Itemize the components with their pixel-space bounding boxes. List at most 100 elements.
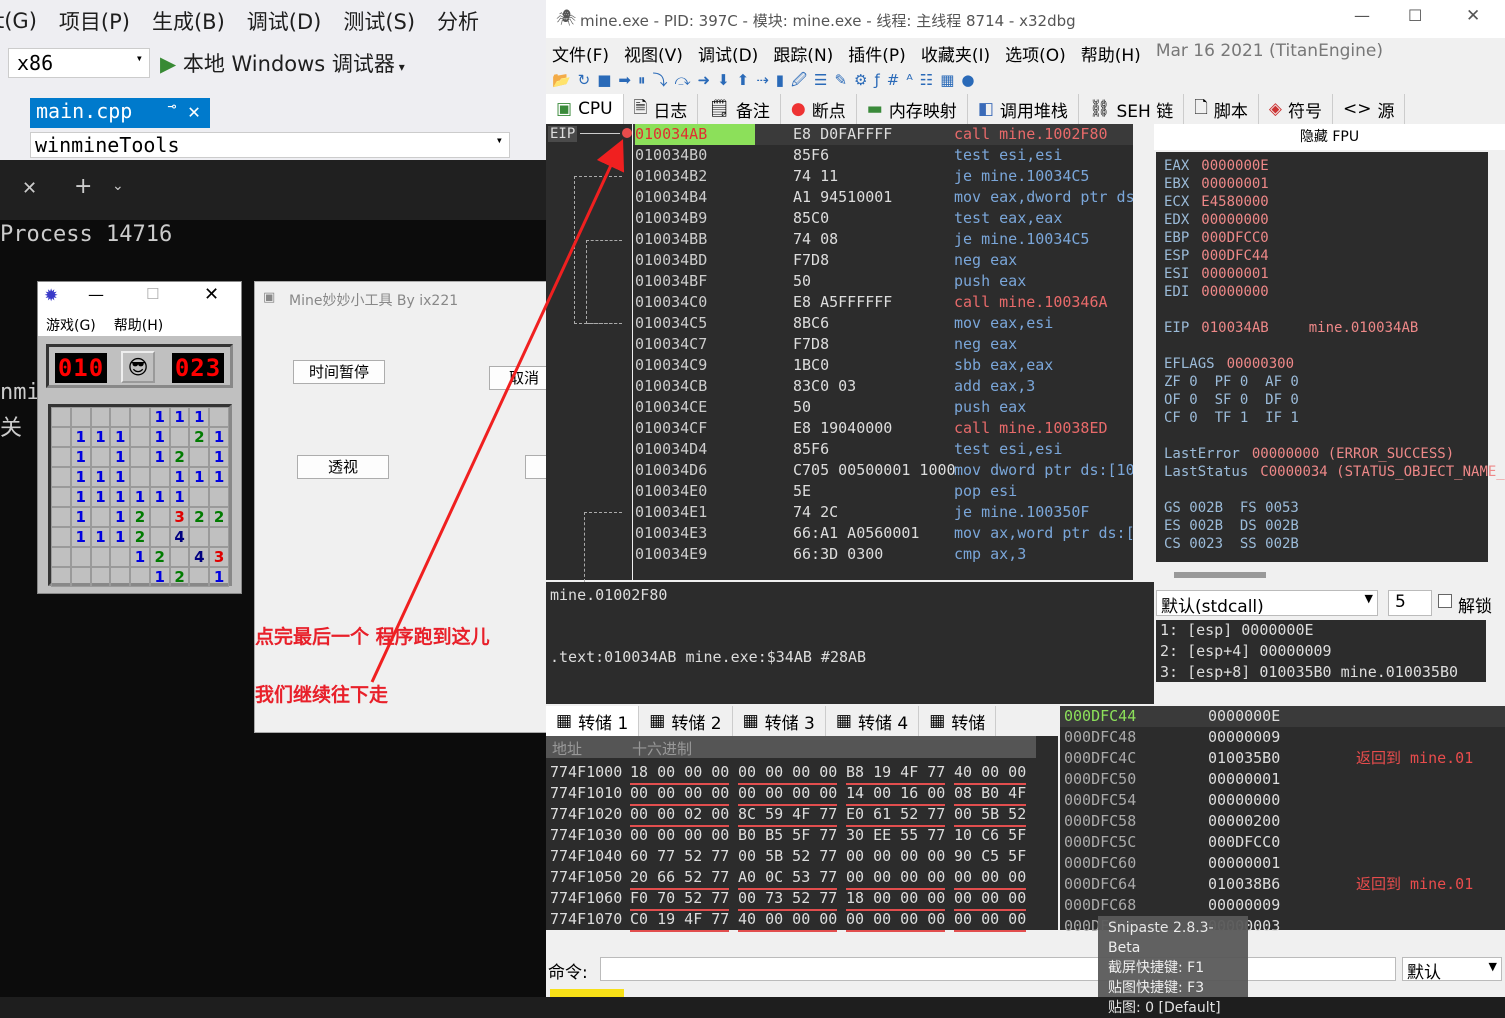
register-row[interactable]: EDX 00000000	[1164, 212, 1309, 228]
mine-cell[interactable]	[51, 487, 71, 507]
mine-cell[interactable]	[51, 427, 71, 447]
registers-view[interactable]: EAX 0000000E EBX 00000001 ECX E4580000 EDX 0000…	[1156, 152, 1505, 562]
vs-menu-tools[interactable]: t(G)	[0, 9, 37, 33]
tab-log[interactable]: 🗎 日志	[623, 94, 699, 124]
register-row[interactable]: ES 002B DS 002B	[1164, 518, 1351, 534]
hide-fpu-toggle[interactable]: 隐藏 FPU	[1154, 124, 1505, 150]
close-icon[interactable]: ✕	[204, 284, 219, 305]
mine-cell[interactable]: 1	[169, 407, 190, 427]
mine-cell[interactable]: 2	[189, 427, 210, 447]
mine-cell[interactable]: 2	[169, 567, 190, 587]
menu-help[interactable]: 帮助(H)	[1081, 41, 1141, 66]
register-row[interactable]: EAX 0000000E	[1164, 158, 1309, 174]
disassembly-view[interactable]: 010034AB E8 D0FAFFFF call mine.1002F80 0100…	[633, 124, 1133, 580]
mine-cell[interactable]: 1	[110, 467, 131, 487]
platform-select[interactable]: x86 ▾	[8, 48, 150, 78]
disasm-row[interactable]: 010034E9 66:3D 0300 cmp ax,3	[633, 544, 1133, 565]
mine-cell[interactable]: 2	[209, 507, 229, 527]
start-debug-button[interactable]: ▶ 本地 Windows 调试器 ▾	[160, 48, 405, 78]
tab-dump-5[interactable]: ▦ 转储	[919, 706, 997, 736]
maximize-icon[interactable]: ☐	[146, 285, 159, 303]
mine-cell[interactable]: 1	[90, 527, 111, 547]
close-icon[interactable]: ✕	[1466, 6, 1480, 26]
mine-cell[interactable]	[51, 467, 71, 487]
tab-cpu[interactable]: ▣ CPU	[546, 94, 624, 124]
mine-cell[interactable]: 2	[130, 527, 150, 547]
stack-view[interactable]: 000DFC44 0000000E 000DFC48 00000009 000DFC4C…	[1060, 706, 1505, 935]
mine-cell[interactable]	[70, 407, 91, 427]
disasm-row[interactable]: 010034E3 66:A1 A0560001 mov ax,word ptr ds…	[633, 523, 1133, 544]
register-row[interactable]: LastError 00000000 (ERROR_SUCCESS)	[1164, 446, 1494, 462]
mine-cell[interactable]: 2	[169, 447, 190, 467]
mine-cell[interactable]: 2	[130, 507, 150, 527]
arg-count-spinner[interactable]: 5	[1388, 590, 1432, 616]
tab-dump-1[interactable]: ▦ 转储 1	[546, 706, 640, 736]
chevron-down-icon[interactable]: ⌄	[112, 178, 124, 194]
mine-cell[interactable]	[169, 427, 190, 447]
menu-debug[interactable]: 调试(D)	[698, 41, 758, 66]
disasm-row[interactable]: 010034D4 85F6 test esi,esi	[633, 439, 1133, 460]
mine-cell[interactable]: 1	[110, 527, 131, 547]
menu-file[interactable]: 文件(F)	[552, 41, 609, 66]
stack-row[interactable]: 000DFC48 00000009	[1060, 727, 1505, 748]
mine-cell[interactable]: 1	[110, 447, 131, 467]
mine-cell[interactable]	[130, 407, 150, 427]
disasm-row[interactable]: 010034B2 74 11 je mine.10034C5	[633, 166, 1133, 187]
mine-cell[interactable]: 4	[189, 547, 210, 567]
stack-row[interactable]: 000DFC44 0000000E	[1060, 706, 1505, 727]
disasm-row[interactable]: 010034BD F7D8 neg eax	[633, 250, 1133, 271]
tab-symbols[interactable]: ◈ 符号	[1258, 94, 1333, 124]
disasm-row[interactable]: 010034AB E8 D0FAFFFF call mine.1002F80	[633, 124, 1133, 145]
mine-cell[interactable]: 1	[169, 487, 190, 507]
disasm-row[interactable]: 010034C5 8BC6 mov eax,esi	[633, 313, 1133, 334]
plus-icon[interactable]: +	[74, 174, 92, 199]
mine-cell[interactable]	[130, 467, 150, 487]
register-row[interactable]	[1164, 482, 1216, 498]
pin-icon[interactable]: ⊸	[168, 99, 176, 115]
mine-cell[interactable]	[209, 487, 229, 507]
vs-menu-debug[interactable]: 调试(D)	[247, 6, 322, 36]
tab-dump-2[interactable]: ▦ 转储 2	[639, 706, 733, 736]
tab-source[interactable]: <> 源	[1332, 94, 1406, 124]
register-row[interactable]: EIP 010034AB mine.010034AB	[1164, 320, 1418, 336]
register-row[interactable]	[1164, 302, 1224, 318]
mine-cell[interactable]	[51, 547, 71, 567]
disasm-row[interactable]: 010034D6 C705 00500001 1000 mov dword ptr …	[633, 460, 1133, 481]
menu-trace[interactable]: 跟踪(N)	[773, 41, 833, 66]
tab-main-cpp[interactable]: main.cpp ⊸ ✕	[30, 98, 210, 128]
mine-cell[interactable]: 1	[189, 407, 210, 427]
dump-view[interactable]: 地址 十六进制 774F1000 18 00 00 00 00 00 00 00 B8…	[546, 736, 1058, 932]
mine-cell[interactable]: 3	[209, 547, 229, 567]
stack-row[interactable]: 000DFC4C 010035B0 返回到 mine.01	[1060, 748, 1505, 769]
mine-cell[interactable]: 1	[90, 427, 111, 447]
scrollbar[interactable]	[1174, 572, 1266, 578]
mine-cell[interactable]	[51, 527, 71, 547]
disasm-sidebar[interactable]: EIP	[546, 124, 632, 582]
minimize-icon[interactable]: —	[1354, 6, 1370, 25]
mine-cell[interactable]: 4	[169, 527, 190, 547]
tab-breakpoints[interactable]: ● 断点	[780, 94, 857, 124]
mine-cell[interactable]	[149, 467, 170, 487]
register-row[interactable]: ESI 00000001	[1164, 266, 1309, 282]
mine-cell[interactable]	[189, 447, 210, 467]
disasm-row[interactable]: 010034CF E8 19040000 call mine.10038ED	[633, 418, 1133, 439]
stack-row[interactable]: 000DFC60 00000001	[1060, 853, 1505, 874]
project-combo[interactable]: winmineTools ▾	[30, 132, 510, 158]
mine-cell[interactable]	[189, 567, 210, 587]
mine-cell[interactable]	[90, 547, 111, 567]
mine-cell[interactable]: 1	[149, 427, 170, 447]
menu-options[interactable]: 选项(O)	[1005, 41, 1066, 66]
mine-cell[interactable]	[189, 487, 210, 507]
mine-cell[interactable]	[90, 567, 111, 587]
mine-cell[interactable]	[110, 407, 131, 427]
register-row[interactable]: CF 0 TF 1 IF 1	[1164, 410, 1351, 426]
disasm-row[interactable]: 010034CE 50 push eax	[633, 397, 1133, 418]
mine-cell[interactable]	[149, 507, 170, 527]
disasm-row[interactable]: 010034B9 85C0 test eax,eax	[633, 208, 1133, 229]
register-row[interactable]: CS 0023 SS 002B	[1164, 536, 1351, 552]
mine-cell[interactable]: 3	[169, 507, 190, 527]
mine-cell[interactable]: 1	[209, 467, 229, 487]
stack-row[interactable]: 000DFC5C 000DFCC0	[1060, 832, 1505, 853]
register-row[interactable]: LastStatus C0000034 (STATUS_OBJECT_NAME_	[1164, 464, 1505, 480]
mine-cell[interactable]: 1	[189, 467, 210, 487]
